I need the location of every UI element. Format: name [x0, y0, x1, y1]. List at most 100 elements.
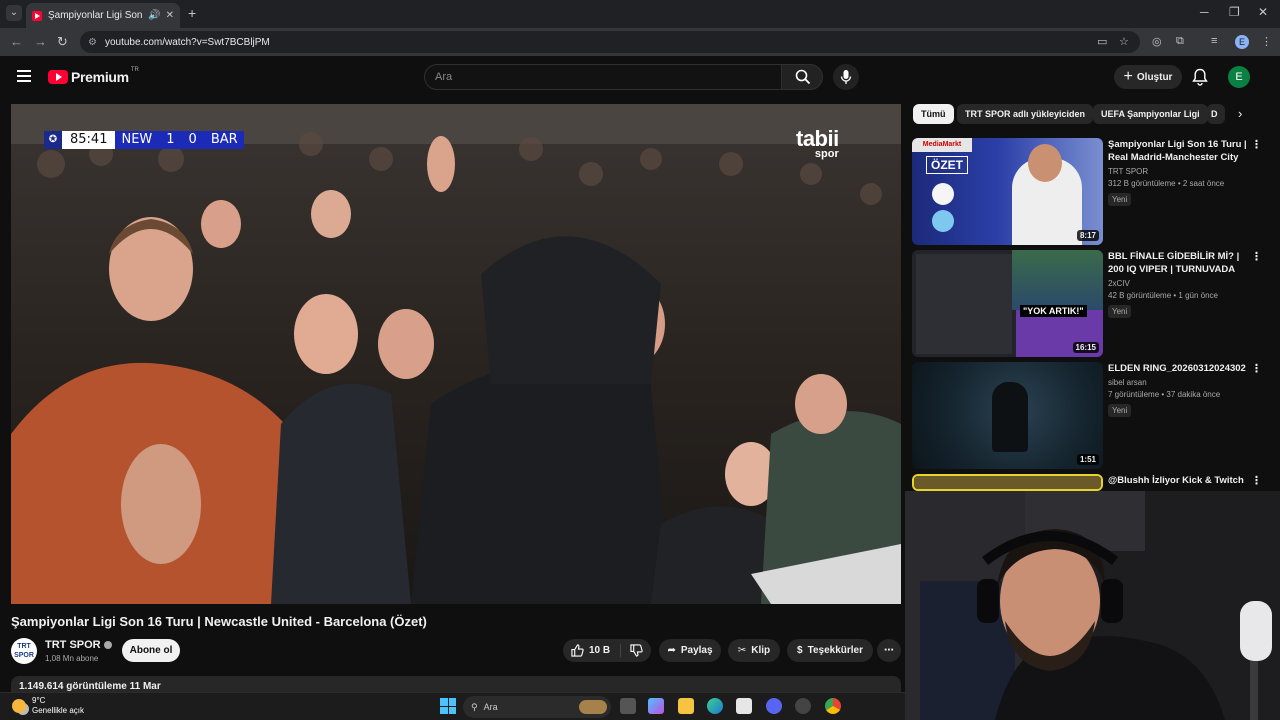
thumb-label: "YOK ARTIK!"	[1020, 305, 1087, 317]
translate-icon[interactable]: ◎	[1152, 35, 1162, 48]
video-duration: 8:17	[1076, 230, 1099, 241]
windows-start-icon[interactable]	[440, 698, 456, 714]
thumb-image	[914, 476, 1101, 489]
match-clock: 85:41	[62, 131, 116, 149]
bookmark-star-icon[interactable]: ☆	[1119, 35, 1129, 48]
windows-taskbar: 9°C Genellikle açık ⚲ Ara	[0, 692, 905, 720]
away-score: 0	[188, 132, 197, 147]
thumb-brand: MediaMarkt	[912, 138, 972, 152]
video-thumbnail[interactable]: MediaMarkt ÖZET 8:17	[912, 138, 1103, 245]
edge-icon[interactable]	[707, 698, 723, 714]
media-control-icon[interactable]: ≡	[1211, 35, 1217, 47]
video-thumbnail[interactable]: "YOK ARTIK!" 16:15	[912, 250, 1103, 357]
recommendation-info: Şampiyonlar Ligi Son 16 Turu | Real Madr…	[1108, 138, 1248, 207]
view-stats: 1.149.614 görüntüleme 11 Mar	[19, 681, 161, 692]
search-button[interactable]	[781, 64, 823, 90]
recommendation-menu-icon[interactable]: ⋮	[1251, 138, 1262, 151]
extensions-icon[interactable]: ⧉	[1176, 35, 1184, 48]
restore-icon[interactable]: ❐	[1229, 5, 1240, 19]
video-thumbnail[interactable]: 1:51	[912, 362, 1103, 469]
browser-menu-icon[interactable]: ⋮	[1261, 35, 1272, 48]
back-icon[interactable]: ←	[10, 34, 23, 49]
home-team: NEW	[121, 132, 153, 147]
tab-close-icon[interactable]: ✕	[166, 10, 174, 21]
share-label: Paylaş	[680, 645, 713, 656]
address-bar[interactable]: ⚙ youtube.com/watch?v=Swt7BCBljPM	[80, 31, 1140, 53]
recommendation-menu-icon[interactable]: ⋮	[1251, 362, 1262, 375]
weather-widget[interactable]: 9°C Genellikle açık	[12, 696, 84, 716]
forward-icon[interactable]: →	[34, 34, 47, 49]
notifications-bell-icon[interactable]	[1192, 68, 1208, 86]
chip-uploader[interactable]: TRT SPOR adlı yükleyiciden	[957, 104, 1094, 124]
taskbar-search-placeholder: Ara	[483, 702, 498, 712]
new-badge: Yeni	[1108, 404, 1132, 417]
chip-all[interactable]: Tümü	[913, 104, 954, 124]
video-thumbnail[interactable]	[912, 474, 1103, 491]
recommendation-channel[interactable]: TRT SPOR	[1108, 167, 1248, 176]
new-badge: Yeni	[1108, 193, 1132, 206]
recommendation-title[interactable]: Şampiyonlar Ligi Son 16 Turu | Real Madr…	[1108, 138, 1248, 164]
close-window-icon[interactable]: ✕	[1258, 5, 1268, 19]
clip-label: Klip	[751, 645, 771, 656]
video-title: Şampiyonlar Ligi Son 16 Turu | Newcastle…	[11, 614, 427, 629]
recommendation-menu-icon[interactable]: ⋮	[1251, 474, 1262, 487]
speaker-icon[interactable]: 🔊	[148, 10, 160, 21]
discord-icon[interactable]	[766, 698, 782, 714]
minimize-icon[interactable]: ─	[1200, 5, 1209, 19]
youtube-header: Premium TR Ara + Oluştur E	[0, 56, 1280, 100]
channel-name[interactable]: TRT SPOR	[45, 639, 112, 651]
share-button[interactable]: ➦ Paylaş	[659, 639, 721, 662]
new-tab-icon[interactable]: +	[188, 5, 196, 21]
clip-button[interactable]: ✂ Klip	[728, 639, 780, 662]
chip-next[interactable]: D	[1207, 104, 1225, 124]
search-highlight-icon	[579, 700, 607, 714]
menu-icon[interactable]	[17, 70, 31, 85]
subscribe-button[interactable]: Abone ol	[122, 639, 180, 662]
chip-ucl[interactable]: UEFA Şampiyonlar Ligi	[1093, 104, 1208, 124]
recommendation-title[interactable]: BBL FİNALE GİDEBİLİR Mİ? | 200 IQ VIPER …	[1108, 250, 1248, 276]
browser-tab-bar: ⌄ Şampiyonlar Ligi Son 16 Tu 🔊 ✕ + ─ ❐ ✕	[0, 0, 1280, 28]
voice-search-button[interactable]	[833, 64, 859, 90]
taskbar-search[interactable]: ⚲ Ara	[463, 696, 611, 718]
browser-profile-avatar[interactable]: E	[1235, 35, 1249, 49]
create-button[interactable]: + Oluştur	[1114, 65, 1182, 89]
thumb-label: ÖZET	[926, 156, 968, 174]
recommendation-title[interactable]: ELDEN RING_20260312024302	[1108, 362, 1248, 375]
browser-tab[interactable]: Şampiyonlar Ligi Son 16 Tu 🔊 ✕	[26, 3, 180, 28]
recommendation-item[interactable]: @Blushh İzliyor Kick & Twitch ⋮	[912, 474, 1262, 491]
video-duration: 1:51	[1076, 454, 1099, 465]
user-avatar[interactable]: E	[1228, 66, 1250, 88]
task-view-icon[interactable]	[620, 698, 636, 714]
search-input[interactable]: Ara	[424, 64, 782, 90]
recommendation-item[interactable]: "YOK ARTIK!" 16:15 BBL FİNALE GİDEBİLİR …	[912, 250, 1262, 357]
chrome-icon[interactable]	[825, 698, 841, 714]
more-icon: ⋯	[884, 645, 894, 656]
recommendation-title[interactable]: @Blushh İzliyor Kick & Twitch	[1108, 474, 1248, 487]
thumbs-down-icon[interactable]	[630, 644, 643, 657]
thanks-button[interactable]: $ Teşekkürler	[787, 639, 873, 662]
like-count: 10 B	[588, 645, 611, 656]
recommendation-item[interactable]: 1:51 ELDEN RING_20260312024302 sibel ars…	[912, 362, 1262, 469]
file-explorer-icon[interactable]	[678, 698, 694, 714]
recommendation-channel[interactable]: sibel arsan	[1108, 378, 1248, 387]
store-icon[interactable]	[736, 698, 752, 714]
cast-icon[interactable]: ▭	[1097, 35, 1107, 48]
recommendation-info: ELDEN RING_20260312024302 sibel arsan 7 …	[1108, 362, 1248, 418]
more-actions-button[interactable]: ⋯	[877, 639, 901, 662]
channel-avatar[interactable]: TRT SPOR	[11, 638, 37, 664]
site-info-icon[interactable]: ⚙	[88, 37, 97, 48]
steam-icon[interactable]	[795, 698, 811, 714]
channel-name-text[interactable]: TRT SPOR	[45, 639, 101, 651]
copilot-icon[interactable]	[648, 698, 664, 714]
youtube-logo[interactable]: Premium TR	[48, 67, 139, 85]
recommendation-menu-icon[interactable]: ⋮	[1251, 250, 1262, 263]
microphone-icon	[840, 70, 852, 84]
recommendation-item[interactable]: MediaMarkt ÖZET 8:17 Şampiyonlar Ligi So…	[912, 138, 1262, 245]
like-button[interactable]: 10 B	[571, 644, 622, 657]
tab-search-icon[interactable]: ⌄	[6, 5, 22, 21]
reload-icon[interactable]: ↻	[57, 34, 68, 50]
temperature: 9°C	[32, 696, 46, 705]
recommendation-channel[interactable]: 2xCIV	[1108, 279, 1248, 288]
video-player[interactable]: ✪ 85:41 NEW 1 0 BAR tabii spor	[11, 104, 901, 604]
chips-next-icon[interactable]: ›	[1238, 106, 1242, 121]
